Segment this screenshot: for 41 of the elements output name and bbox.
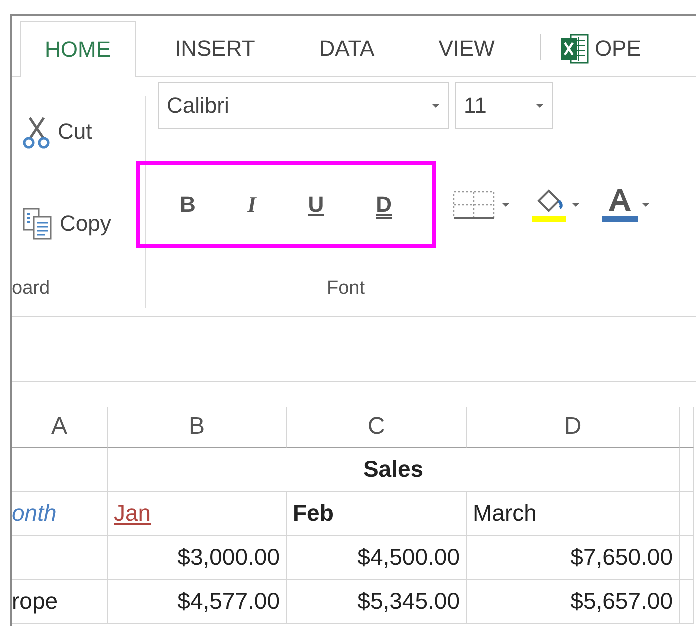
table-cell: March: [467, 492, 680, 536]
table-cell: $5,345.00: [287, 580, 467, 624]
table-cell: $3,000.00: [108, 536, 287, 580]
copy-button[interactable]: Copy: [22, 207, 145, 241]
spreadsheet-icon: [560, 32, 589, 66]
table-cell: $4,500.00: [287, 536, 467, 580]
caret-icon: [642, 202, 650, 206]
column-header[interactable]: B: [108, 407, 287, 448]
merged-cell: Sales: [108, 448, 680, 492]
table-cell: $4,577.00: [108, 580, 287, 624]
table-cell: Feb: [287, 492, 467, 536]
column-header[interactable]: [680, 407, 694, 448]
font-name-dropdown[interactable]: Calibri: [158, 82, 449, 129]
group-label: Font: [326, 278, 366, 301]
scissors-icon: [22, 115, 52, 149]
empty-cell: [680, 536, 694, 580]
ribbon-tab[interactable]: HOME: [20, 21, 136, 77]
bold-button[interactable]: B: [174, 190, 202, 220]
caret-icon: [502, 202, 510, 206]
table-cell: Jan: [108, 492, 287, 536]
double-underline-button[interactable]: D: [370, 190, 398, 220]
column-header[interactable]: C: [287, 407, 467, 448]
empty-cell: [680, 492, 694, 536]
table-cell: $5,657.00: [467, 580, 680, 624]
empty-cell: [680, 580, 694, 624]
column-header[interactable]: A: [12, 407, 108, 448]
cut-button[interactable]: Cut: [22, 115, 145, 149]
table-cell: rope: [12, 580, 108, 624]
italic-button[interactable]: I: [242, 190, 262, 220]
open-in-app-button[interactable]: OPE: [560, 21, 642, 76]
font-size-dropdown[interactable]: 11: [455, 82, 553, 129]
table-cell: onth: [12, 492, 108, 536]
copy-icon: [22, 207, 54, 241]
underline-button[interactable]: U: [302, 190, 330, 220]
caret-icon: [572, 202, 580, 206]
empty-cell: [680, 448, 694, 492]
column-header[interactable]: D: [467, 407, 680, 448]
group-label: oard: [12, 278, 52, 301]
font-color-button[interactable]: [602, 186, 650, 222]
font-color-icon: [602, 186, 638, 222]
table-cell: $7,650.00: [467, 536, 680, 580]
